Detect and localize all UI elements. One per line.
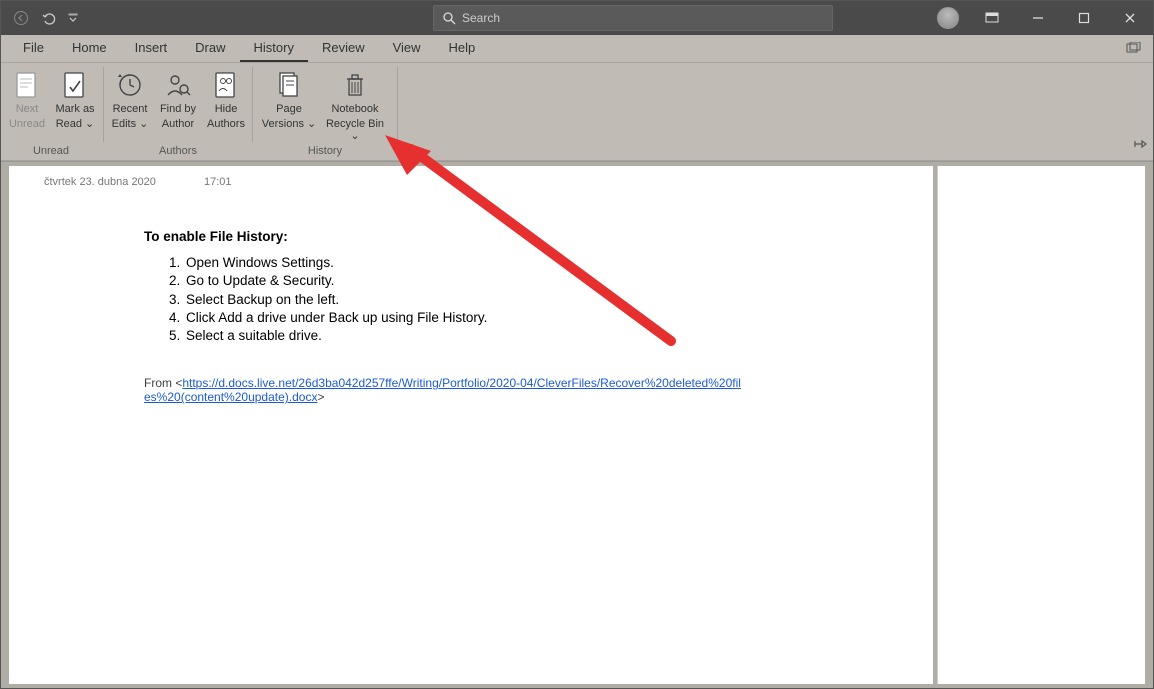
tab-draw[interactable]: Draw xyxy=(181,34,239,62)
tab-help[interactable]: Help xyxy=(435,34,490,62)
full-screen-button[interactable] xyxy=(1121,36,1147,62)
person-search-icon xyxy=(164,69,192,101)
recent-edits-label-1: Recent xyxy=(113,103,148,116)
minimize-button[interactable] xyxy=(1015,1,1061,35)
ribbon-display-button[interactable] xyxy=(969,1,1015,35)
next-unread-button: Next Unread xyxy=(3,67,51,132)
note-step-3: Select Backup on the left. xyxy=(184,291,487,309)
qat-customize-button[interactable] xyxy=(63,1,83,35)
source-line: From <https://d.docs.live.net/26d3ba042d… xyxy=(144,376,744,405)
page-check-icon xyxy=(62,69,88,101)
page-people-icon xyxy=(213,69,239,101)
menu-tabs: File Home Insert Draw History Review Vie… xyxy=(1,35,1153,63)
note-page[interactable]: čtvrtek 23. dubna 2020 17:01 To enable F… xyxy=(9,166,933,684)
user-avatar[interactable] xyxy=(937,7,959,29)
notebook-recycle-bin-label-1: Notebook xyxy=(331,103,378,116)
note-step-2: Go to Update & Security. xyxy=(184,272,487,290)
note-step-4: Click Add a drive under Back up using Fi… xyxy=(184,309,487,327)
recent-edits-button[interactable]: Recent Edits ⌄ xyxy=(106,67,154,132)
ribbon-group-authors-label: Authors xyxy=(106,145,250,157)
next-unread-label-2: Unread xyxy=(9,118,45,131)
source-link[interactable]: https://d.docs.live.net/26d3ba042d257ffe… xyxy=(144,376,741,404)
close-button[interactable] xyxy=(1107,1,1153,35)
find-by-author-button[interactable]: Find by Author xyxy=(154,67,202,132)
hide-authors-label-2: Authors xyxy=(207,118,245,131)
maximize-button[interactable] xyxy=(1061,1,1107,35)
tab-insert[interactable]: Insert xyxy=(121,34,182,62)
pin-ribbon-button[interactable] xyxy=(1133,137,1147,156)
ribbon-group-unread-label: Unread xyxy=(1,145,101,157)
notebook-recycle-bin-label-2: Recycle Bin ⌄ xyxy=(320,118,390,143)
tab-view[interactable]: View xyxy=(379,34,435,62)
mark-as-read-button[interactable]: Mark as Read ⌄ xyxy=(51,67,99,132)
note-body[interactable]: To enable File History: Open Windows Set… xyxy=(144,228,487,345)
nav-back-button[interactable] xyxy=(7,1,35,35)
search-box[interactable] xyxy=(433,5,833,31)
from-prefix: From < xyxy=(144,376,182,390)
search-input[interactable] xyxy=(462,11,824,25)
mark-as-read-label-2: Read ⌄ xyxy=(56,118,95,131)
next-unread-label-1: Next xyxy=(16,103,39,116)
page-icon xyxy=(14,69,40,101)
page-versions-label-1: Page xyxy=(276,103,302,116)
trash-icon xyxy=(343,69,367,101)
page-versions-button[interactable]: Page Versions ⌄ xyxy=(259,67,319,132)
page-versions-label-2: Versions ⌄ xyxy=(262,118,316,131)
title-bar: Enable - OneNote xyxy=(1,1,1153,35)
note-step-5: Select a suitable drive. xyxy=(184,327,487,345)
page-date: čtvrtek 23. dubna 2020 xyxy=(44,176,156,188)
find-by-author-label-2: Author xyxy=(162,118,194,131)
tab-review[interactable]: Review xyxy=(308,34,379,62)
undo-button[interactable] xyxy=(35,1,63,35)
recent-edits-label-2: Edits ⌄ xyxy=(112,118,149,131)
tab-history[interactable]: History xyxy=(240,34,308,62)
note-heading: To enable File History: xyxy=(144,229,288,244)
ribbon-group-history-label: History xyxy=(255,145,395,157)
tab-home[interactable]: Home xyxy=(58,34,121,62)
clock-refresh-icon xyxy=(116,69,144,101)
from-suffix: > xyxy=(317,390,324,404)
hide-authors-label-1: Hide xyxy=(215,103,238,116)
tab-file[interactable]: File xyxy=(9,34,58,62)
find-by-author-label-1: Find by xyxy=(160,103,196,116)
ribbon: Next Unread Mark as Read ⌄ Unread Recent… xyxy=(1,63,1153,161)
notebook-recycle-bin-button[interactable]: Notebook Recycle Bin ⌄ xyxy=(319,67,391,145)
content-area: čtvrtek 23. dubna 2020 17:01 To enable F… xyxy=(1,161,1153,688)
hide-authors-button[interactable]: Hide Authors xyxy=(202,67,250,132)
side-panel[interactable] xyxy=(937,166,1145,684)
pages-stack-icon xyxy=(275,69,303,101)
search-icon xyxy=(442,11,456,25)
mark-as-read-label-1: Mark as xyxy=(55,103,94,116)
note-step-1: Open Windows Settings. xyxy=(184,254,487,272)
page-time: 17:01 xyxy=(204,176,232,188)
